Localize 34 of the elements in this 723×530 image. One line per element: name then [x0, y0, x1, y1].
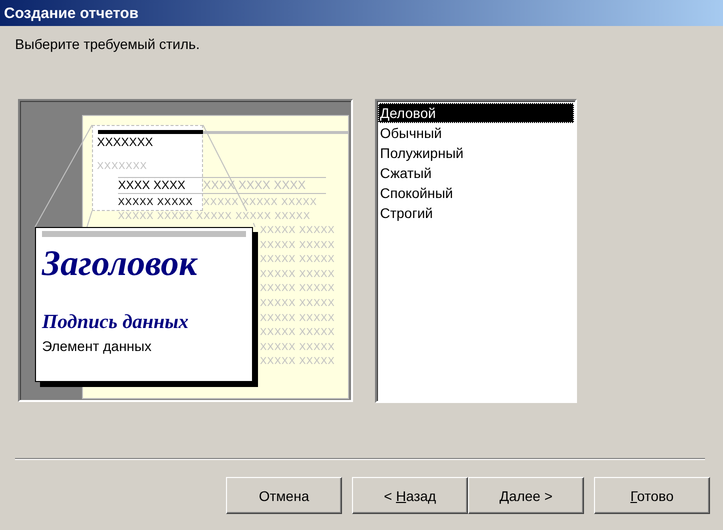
- sample-text: XXXXX XXXXX: [260, 284, 335, 294]
- sample-data-item: Элемент данных: [42, 338, 152, 354]
- instruction-text: Выберите требуемый стиль.: [15, 36, 201, 52]
- style-option[interactable]: Деловой: [378, 103, 574, 123]
- style-option[interactable]: Строгий: [378, 203, 574, 223]
- sample-heading: Заголовок: [42, 242, 199, 285]
- sample-caption: Подпись данных: [42, 310, 190, 334]
- sample-text: XXXXX XXXXX: [260, 270, 335, 280]
- sample-text: XXXXX XXXXX: [260, 226, 335, 236]
- style-option[interactable]: Полужирный: [378, 143, 574, 163]
- sample-text: XXXXX XXXXX: [118, 198, 193, 208]
- sample-text: XXXXXXX: [97, 136, 154, 148]
- sample-text: XXXXX XXXXX: [260, 241, 335, 251]
- sample-text: XXXXX XXXXX XXXXX: [203, 198, 318, 208]
- sample-text: XXXXX XXXXX: [260, 314, 335, 324]
- style-list[interactable]: Деловой Обычный Полужирный Сжатый Спокойный Строгий: [375, 99, 577, 403]
- sample-text: XXXXX XXXXX: [260, 299, 335, 309]
- finish-button[interactable]: Готово: [594, 477, 710, 514]
- back-button[interactable]: < Назад: [352, 477, 468, 514]
- style-option[interactable]: Сжатый: [378, 163, 574, 183]
- sample-text: XXXXX XXXXX XXXXX XXXXX XXXXX: [118, 212, 310, 222]
- sample-text: XXXX XXXX XXXX: [203, 179, 306, 191]
- style-option[interactable]: Спокойный: [378, 183, 574, 203]
- window-title: Создание отчетов: [4, 4, 138, 22]
- sample-text: XXXXX XXXXX: [260, 343, 335, 353]
- next-button[interactable]: Далее >: [468, 477, 584, 514]
- sample-text: XXXXX XXXXX: [260, 328, 335, 338]
- cancel-button[interactable]: Отмена: [226, 477, 342, 514]
- sample-text: XXXXX XXXXX: [260, 357, 335, 367]
- leader-line: [252, 222, 256, 228]
- style-option[interactable]: Обычный: [378, 123, 574, 143]
- sample-text: XXXXX XXXXX: [260, 255, 335, 265]
- sample-text: XXXXXXX: [97, 162, 148, 172]
- sample-text: XXXX XXXX: [118, 179, 186, 191]
